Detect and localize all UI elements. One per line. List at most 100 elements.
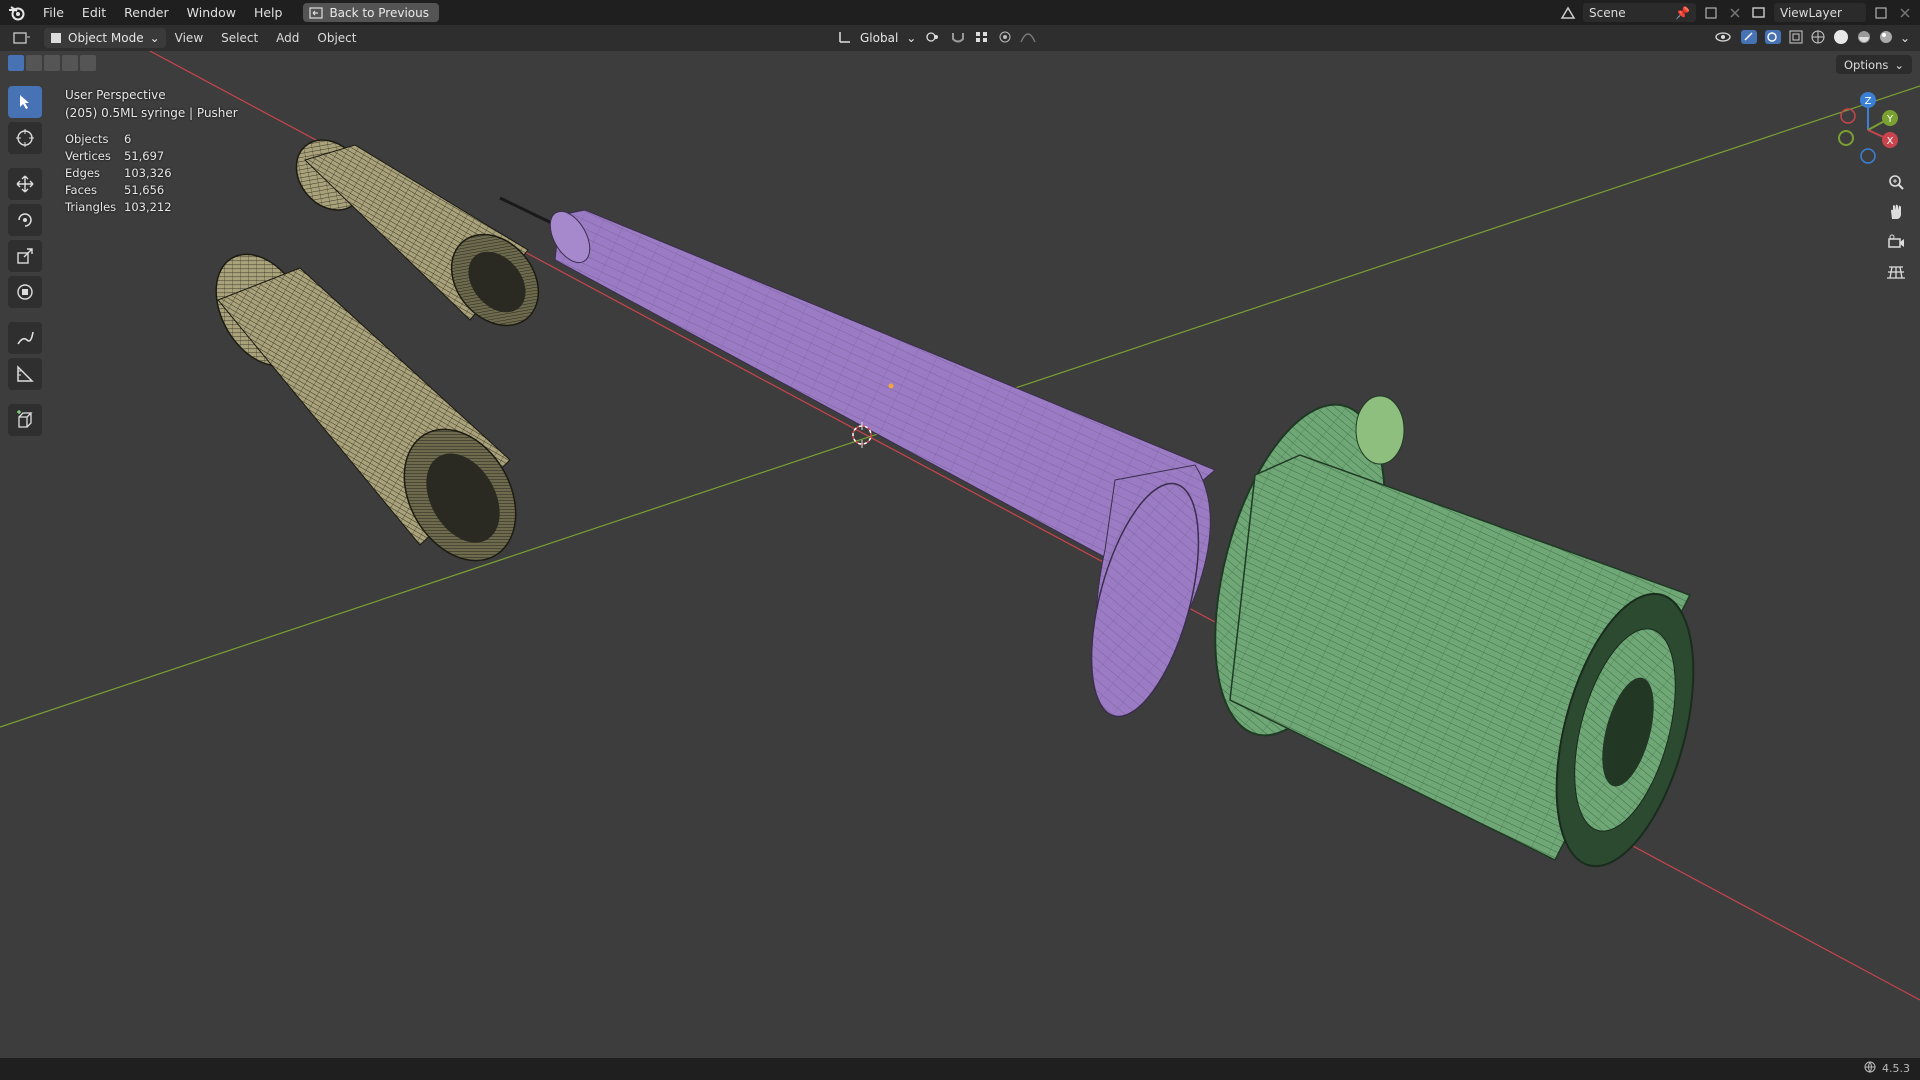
- options-label: Options: [1843, 57, 1889, 72]
- mode-label: Object Mode: [68, 31, 144, 45]
- chevron-down-icon: ⌄: [149, 31, 160, 45]
- delete-scene-icon[interactable]: [1726, 4, 1744, 22]
- stat-value: 51,697: [124, 149, 165, 163]
- editor-type-icon[interactable]: [8, 29, 36, 47]
- top-menu-bar: File Edit Render Window Help Back to Pre…: [0, 0, 1920, 25]
- options-dropdown[interactable]: Options ⌄: [1835, 55, 1912, 74]
- rotate-tool[interactable]: [8, 204, 42, 236]
- select-intersect-button[interactable]: [80, 55, 96, 71]
- pin-icon[interactable]: 📌: [1675, 6, 1690, 20]
- menu-view[interactable]: View: [166, 31, 212, 45]
- object-mode-dropdown[interactable]: Object Mode ⌄: [44, 28, 166, 48]
- menu-edit[interactable]: Edit: [73, 0, 115, 25]
- menu-object[interactable]: Object: [308, 31, 365, 45]
- back-to-previous-button[interactable]: Back to Previous: [303, 3, 439, 22]
- version-label: 4.5.3: [1882, 1062, 1910, 1075]
- chevron-down-icon: ⌄: [1894, 57, 1904, 72]
- neg-y-axis-icon[interactable]: [1838, 130, 1854, 146]
- select-difference-button[interactable]: [62, 55, 78, 71]
- proportional-editing-icon[interactable]: [998, 30, 1012, 47]
- zoom-icon: [1889, 175, 1904, 190]
- blender-logo-icon[interactable]: [0, 0, 34, 25]
- xray-toggle-icon[interactable]: [1788, 29, 1804, 48]
- viewport-right-tools: ⌄: [1714, 28, 1910, 48]
- overlays-toggle-icon[interactable]: [1764, 29, 1782, 48]
- visibility-icon[interactable]: [1714, 30, 1734, 47]
- perspective-toggle-button[interactable]: [1882, 260, 1910, 284]
- back-icon: [309, 6, 324, 19]
- menu-add[interactable]: Add: [267, 31, 308, 45]
- stat-label: Objects: [65, 132, 109, 146]
- select-new-button[interactable]: [8, 55, 24, 71]
- z-axis-label: Z: [1865, 96, 1872, 107]
- orientation-icon: [838, 30, 852, 47]
- transform-icon: [17, 284, 33, 300]
- stat-row-vertices: Vertices 51,697: [65, 148, 172, 165]
- select-subtract-button[interactable]: [44, 55, 60, 71]
- rendered-shading-icon[interactable]: [1878, 29, 1894, 48]
- needle: [499, 196, 559, 228]
- object-origin: [888, 383, 894, 389]
- solid-shading-icon[interactable]: [1832, 28, 1850, 49]
- scene-statistics: Objects 6 Vertices 51,697 Edges 103,326 Fac…: [65, 131, 172, 216]
- material-shading-icon[interactable]: [1856, 29, 1872, 48]
- view-layer-browse-icon[interactable]: [1750, 4, 1768, 22]
- delete-view-layer-icon[interactable]: [1896, 4, 1914, 22]
- stat-row-faces: Faces 51,656: [65, 182, 172, 199]
- orientation-dropdown[interactable]: Global: [860, 31, 898, 45]
- snap-target-icon[interactable]: [974, 30, 990, 47]
- snap-icon[interactable]: [950, 30, 966, 47]
- annotate-tool[interactable]: [8, 322, 42, 354]
- menu-render[interactable]: Render: [115, 0, 178, 25]
- pencil-icon: [17, 331, 34, 345]
- crosshair-icon: [16, 129, 34, 147]
- camera-icon: [1888, 234, 1904, 248]
- shading-options-chevron-icon[interactable]: ⌄: [1900, 31, 1910, 45]
- chevron-down-icon: ⌄: [906, 31, 917, 45]
- y-axis-label: Y: [1886, 114, 1894, 125]
- navigation-gizmo[interactable]: Z Y X: [1828, 90, 1908, 170]
- stat-row-edges: Edges 103,326: [65, 165, 172, 182]
- cursor-arrow-icon: [20, 95, 29, 109]
- 3d-viewport[interactable]: [0, 51, 1920, 1058]
- transform-tools-group: Global ⌄: [838, 28, 1036, 48]
- new-view-layer-icon[interactable]: [1872, 4, 1890, 22]
- stat-label: Faces: [65, 183, 97, 197]
- stat-label: Edges: [65, 166, 100, 180]
- add-cube-icon: [17, 410, 33, 428]
- select-box-tool[interactable]: [8, 86, 42, 118]
- zoom-button[interactable]: [1882, 170, 1910, 194]
- scene-selector[interactable]: Scene 📌: [1583, 3, 1696, 22]
- version-info: 4.5.3: [1864, 1061, 1910, 1076]
- navigation-buttons: [1882, 170, 1910, 284]
- syringe-plunger[interactable]: [1184, 386, 1720, 880]
- measure-tool[interactable]: [8, 358, 42, 390]
- menu-select[interactable]: Select: [212, 31, 267, 45]
- add-cube-tool[interactable]: [8, 404, 42, 436]
- neg-x-axis-icon[interactable]: [1840, 108, 1856, 124]
- pan-button[interactable]: [1882, 200, 1910, 224]
- move-tool[interactable]: [8, 168, 42, 200]
- gizmo-toggle-icon[interactable]: [1740, 29, 1758, 48]
- menu-file[interactable]: File: [34, 0, 73, 25]
- falloff-icon[interactable]: [1020, 30, 1036, 47]
- transform-tool[interactable]: [8, 276, 42, 308]
- pivot-point-icon[interactable]: [924, 30, 942, 47]
- rotate-icon: [18, 213, 32, 227]
- new-scene-icon[interactable]: [1702, 4, 1720, 22]
- neg-z-axis-icon[interactable]: [1860, 148, 1876, 164]
- scale-tool[interactable]: [8, 240, 42, 272]
- select-extend-button[interactable]: [26, 55, 42, 71]
- camera-view-button[interactable]: [1882, 230, 1910, 254]
- wireframe-shading-icon[interactable]: [1810, 29, 1826, 48]
- menu-help[interactable]: Help: [245, 0, 292, 25]
- syringe-barrel[interactable]: [542, 205, 1219, 728]
- stat-value: 6: [124, 132, 132, 146]
- view-layer-selector[interactable]: ViewLayer: [1774, 3, 1866, 22]
- tool-shelf: [8, 86, 46, 436]
- menu-window[interactable]: Window: [178, 0, 245, 25]
- stat-label: Triangles: [65, 200, 117, 214]
- stat-value: 51,656: [124, 183, 165, 197]
- cursor-tool[interactable]: [8, 122, 42, 154]
- scene-browse-icon[interactable]: [1559, 4, 1577, 22]
